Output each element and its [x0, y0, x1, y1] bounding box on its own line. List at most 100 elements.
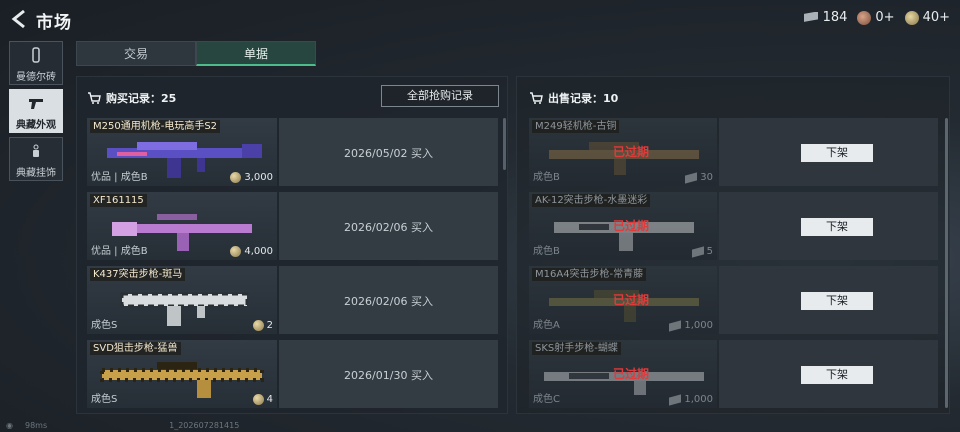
purchase-row[interactable]: M250通用机枪-电玩高手S2 优品 | 成色B 3,000 2026/05/0…: [87, 118, 498, 186]
currency-bar: 184 0+ 40+: [803, 10, 950, 25]
item-price: 1,000: [669, 393, 713, 406]
top-bar: 市场 184 0+ 40+: [0, 0, 960, 38]
item-name: M250通用机枪-电玩高手S2: [90, 120, 221, 133]
item-price: 1,000: [669, 319, 713, 332]
item-thumbnail: M250通用机枪-电玩高手S2 优品 | 成色B 3,000: [87, 118, 277, 186]
page-title: 市场: [36, 13, 72, 33]
purchase-date: 2026/01/30 买入: [344, 369, 433, 382]
row-info: 2026/02/06 买入: [279, 266, 498, 334]
item-price: 2: [252, 320, 273, 331]
expired-label: 已过期: [613, 293, 650, 307]
sale-header: 出售记录：10: [529, 90, 618, 106]
assault-rifle-image: [120, 292, 249, 326]
cash-icon: [669, 319, 682, 332]
row-info: 下架: [719, 266, 938, 334]
item-thumbnail: M249轻机枪-古铜 已过期 成色B 30: [529, 118, 717, 186]
sidebar-item-brick[interactable]: 曼德尔砖: [9, 41, 63, 85]
tab-trade[interactable]: 交易: [76, 41, 196, 66]
delist-button[interactable]: 下架: [801, 366, 873, 384]
purchase-date: 2026/05/02 买入: [344, 147, 433, 160]
row-info: 下架: [719, 118, 938, 186]
item-price-value: 3,000: [244, 172, 273, 183]
item-name: SKS射手步枪-蝴蝶: [532, 342, 621, 355]
item-price-value: 1,000: [684, 394, 713, 405]
item-grade: 成色B: [533, 246, 560, 257]
sale-scrollbar[interactable]: [945, 118, 948, 408]
item-price: 5: [691, 245, 713, 258]
currency-medal-value: 0+: [875, 10, 895, 25]
tab-records[interactable]: 单据: [196, 41, 316, 66]
uid-value: 1_202607281415: [169, 421, 240, 430]
delist-button[interactable]: 下架: [801, 292, 873, 310]
row-info: 2026/02/06 买入: [279, 192, 498, 260]
sale-row[interactable]: SKS射手步枪-蝴蝶 已过期 成色C 1,000 下架: [529, 340, 938, 408]
purchase-title: 购买记录：25: [106, 92, 177, 105]
item-price: 4: [252, 394, 273, 405]
status-footer: ◉ 98ms 1_202607281415: [6, 421, 239, 430]
sidebar-item-label: 典藏外观: [16, 120, 56, 131]
sale-records-panel: 出售记录：10 M249轻机枪-古铜 已过期 成色B 30 下架 AK-12突击…: [516, 76, 950, 414]
brick-icon: [32, 47, 40, 63]
expired-label: 已过期: [613, 145, 650, 159]
coin-icon: [230, 172, 242, 183]
sale-row[interactable]: M16A4突击步枪-常青藤 已过期 成色A 1,000 下架: [529, 266, 938, 334]
purchase-date: 2026/02/06 买入: [344, 221, 433, 234]
item-price-value: 4: [266, 394, 273, 405]
item-name: M249轻机枪-古铜: [532, 120, 620, 133]
coin-icon: [230, 246, 242, 257]
cash-icon: [669, 393, 682, 406]
purchase-records-panel: 购买记录：25 全部抢购记录 M250通用机枪-电玩高手S2 优品 | 成色B …: [76, 76, 508, 414]
row-info: 2026/05/02 买入: [279, 118, 498, 186]
sidebar-item-collection-skin[interactable]: 典藏外观: [9, 89, 63, 133]
all-flash-purchase-button[interactable]: 全部抢购记录: [381, 85, 499, 107]
currency-coin-value: 40+: [922, 10, 950, 25]
coin-icon: [252, 394, 264, 405]
pistol-icon: [29, 99, 43, 109]
item-grade: 成色A: [533, 320, 560, 331]
row-info: 下架: [719, 340, 938, 408]
item-price-value: 30: [700, 172, 713, 183]
medal-icon: [857, 10, 872, 25]
ping-value: 98ms: [24, 421, 48, 430]
item-grade: 优品 | 成色B: [91, 246, 148, 257]
item-thumbnail: XF161115 优品 | 成色B 4,000: [87, 192, 277, 260]
item-grade: 成色B: [533, 172, 560, 183]
purchase-row[interactable]: K437突击步枪-斑马 成色S 2 2026/02/06 买入: [87, 266, 498, 334]
row-info: 下架: [719, 192, 938, 260]
purchase-row[interactable]: XF161115 优品 | 成色B 4,000 2026/02/06 买入: [87, 192, 498, 260]
delist-button[interactable]: 下架: [801, 218, 873, 236]
currency-coin[interactable]: 40+: [904, 10, 950, 25]
item-name: AK-12突击步枪-水墨迷彩: [532, 194, 651, 207]
item-grade: 优品 | 成色B: [91, 172, 148, 183]
cash-icon: [691, 245, 704, 258]
coin-icon: [904, 10, 919, 25]
item-name: M16A4突击步枪-常青藤: [532, 268, 647, 281]
cart-icon: [88, 92, 101, 104]
item-price-value: 4,000: [244, 246, 273, 257]
currency-ticket[interactable]: 184: [803, 10, 847, 25]
ticket-icon: [803, 11, 818, 22]
expired-label: 已过期: [613, 367, 650, 381]
currency-medal[interactable]: 0+: [857, 10, 895, 25]
purchase-row[interactable]: SVD狙击步枪-猛兽 成色S 4 2026/01/30 买入: [87, 340, 498, 408]
purchase-scrollbar[interactable]: [503, 118, 506, 170]
purchase-header: 购买记录：25: [87, 90, 176, 106]
item-name: XF161115: [90, 194, 147, 207]
item-grade: 成色S: [91, 394, 118, 405]
sniper-rifle-image: [100, 362, 264, 398]
sale-row[interactable]: M249轻机枪-古铜 已过期 成色B 30 下架: [529, 118, 938, 186]
item-name: SVD狙击步枪-猛兽: [90, 342, 181, 355]
item-grade: 成色C: [533, 394, 560, 405]
item-price: 3,000: [230, 172, 273, 183]
purchase-date: 2026/02/06 买入: [344, 295, 433, 308]
sale-title: 出售记录：10: [548, 92, 619, 105]
tab-bar: 交易 单据: [76, 41, 316, 66]
sale-row[interactable]: AK-12突击步枪-水墨迷彩 已过期 成色B 5 下架: [529, 192, 938, 260]
item-price: 4,000: [230, 246, 273, 257]
back-arrow-icon[interactable]: [10, 9, 28, 29]
sidebar-item-charm[interactable]: 典藏挂饰: [9, 137, 63, 181]
item-grade: 成色S: [91, 320, 118, 331]
sidebar-item-label: 曼德尔砖: [16, 72, 56, 83]
delist-button[interactable]: 下架: [801, 144, 873, 162]
item-thumbnail: M16A4突击步枪-常青藤 已过期 成色A 1,000: [529, 266, 717, 334]
